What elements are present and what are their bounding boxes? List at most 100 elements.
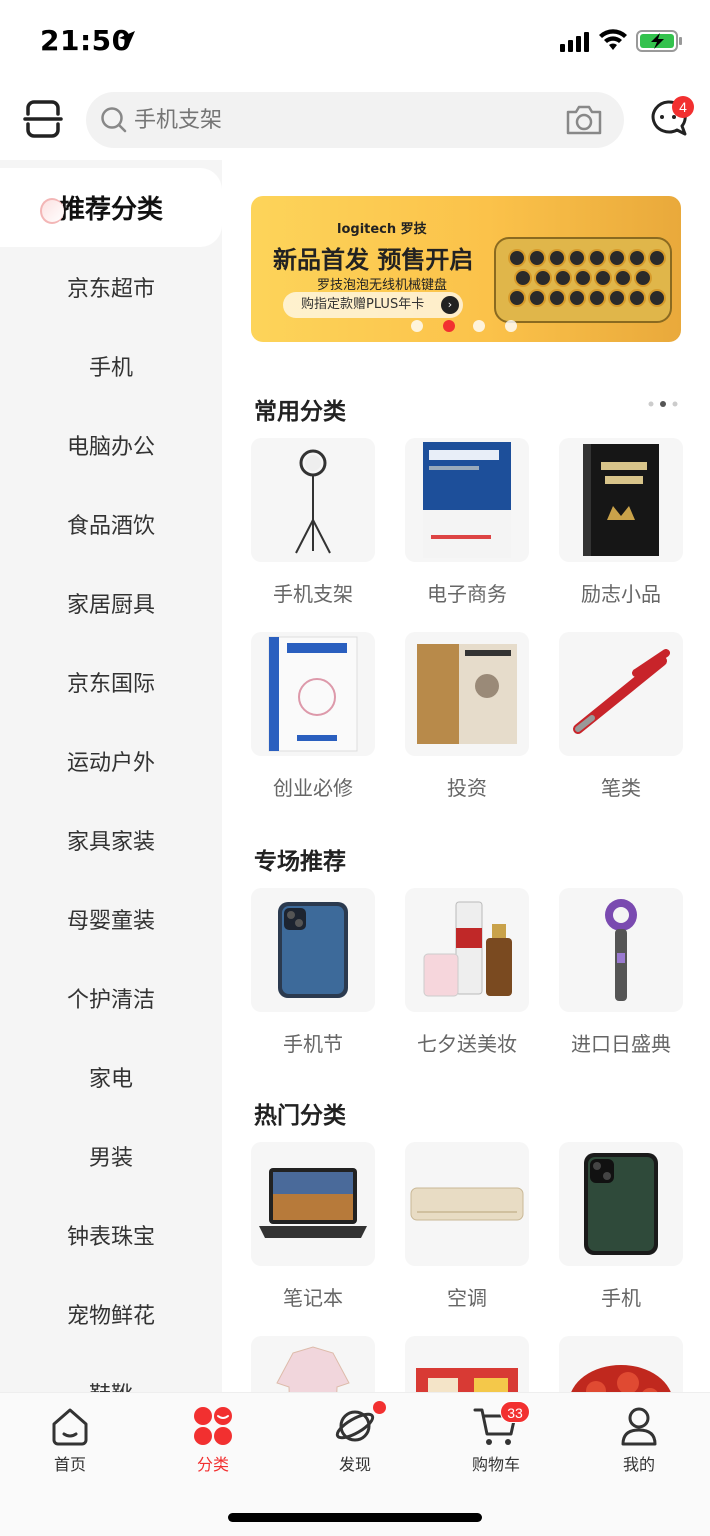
sidebar-item-label: 京东国际 bbox=[66, 671, 155, 697]
banner-cta-label: 购指定款赠PLUS年卡 bbox=[301, 297, 425, 312]
profile-icon bbox=[621, 1407, 657, 1446]
shirt-image bbox=[251, 1336, 375, 1392]
category-label: 手机支架 bbox=[273, 582, 353, 606]
category-tile[interactable]: 笔类 bbox=[559, 632, 683, 801]
sidebar-item-recommended[interactable]: 推荐分类 bbox=[0, 168, 222, 247]
gift-box-image bbox=[405, 1336, 529, 1392]
pager-dots bbox=[648, 401, 678, 407]
discover-icon bbox=[335, 1410, 375, 1442]
sidebar-item-phones[interactable]: 手机 bbox=[0, 326, 222, 405]
iphone-image bbox=[251, 888, 375, 1012]
sidebar-item-watches-jewelry[interactable]: 钟表珠宝 bbox=[0, 1195, 222, 1274]
category-tile[interactable] bbox=[405, 1336, 529, 1392]
category-label: 进口日盛典 bbox=[571, 1032, 671, 1056]
category-tile[interactable]: 空调 bbox=[405, 1142, 529, 1311]
promo-banner[interactable]: logitech 罗技 新品首发 预售开启 罗技泡泡无线机械键盘 购指定款赠PL… bbox=[251, 196, 681, 342]
sidebar-item-label: 手机 bbox=[88, 355, 133, 381]
category-label: 笔类 bbox=[601, 776, 641, 800]
category-tile[interactable]: 电子商务 bbox=[405, 438, 529, 607]
banner-dot-active bbox=[443, 320, 455, 332]
sidebar-item-pets-flowers[interactable]: 宠物鲜花 bbox=[0, 1274, 222, 1353]
investment-book-image bbox=[405, 632, 529, 756]
category-content: logitech 罗技 新品首发 预售开启 罗技泡泡无线机械键盘 购指定款赠PL… bbox=[222, 160, 710, 1392]
nav-home[interactable]: 首页 bbox=[20, 1403, 120, 1475]
banner-dot bbox=[473, 320, 485, 332]
category-label: 笔记本 bbox=[283, 1286, 343, 1310]
laptop-image bbox=[251, 1142, 375, 1266]
discover-notification-dot bbox=[373, 1401, 386, 1414]
banner-dot bbox=[505, 320, 517, 332]
cart-badge: 33 bbox=[500, 1401, 530, 1423]
category-label: 创业必修 bbox=[273, 776, 353, 800]
sidebar-item-label: 运动户外 bbox=[66, 750, 155, 776]
camera-icon[interactable] bbox=[564, 102, 604, 138]
category-tile[interactable]: 进口日盛典 bbox=[559, 888, 683, 1057]
category-label: 手机节 bbox=[283, 1032, 343, 1056]
category-sidebar[interactable]: 推荐分类 京东超市 手机 电脑办公 食品酒饮 家居厨具 京东国际 运动户外 家具… bbox=[0, 160, 222, 1392]
sidebar-item-jd-international[interactable]: 京东国际 bbox=[0, 642, 222, 721]
sidebar-item-home-kitchen[interactable]: 家居厨具 bbox=[0, 563, 222, 642]
banner-cta[interactable]: 购指定款赠PLUS年卡 › bbox=[283, 292, 463, 318]
sidebar-item-label: 家具家装 bbox=[66, 829, 155, 855]
iphone-dark-image bbox=[559, 1142, 683, 1266]
nav-profile[interactable]: 我的 bbox=[589, 1403, 689, 1475]
banner-brand: logitech 罗技 bbox=[337, 222, 427, 237]
category-tile[interactable] bbox=[251, 1336, 375, 1392]
sidebar-item-food-drinks[interactable]: 食品酒饮 bbox=[0, 484, 222, 563]
nav-cart[interactable]: 购物车 bbox=[446, 1403, 546, 1475]
keyboard-image bbox=[494, 237, 672, 323]
category-icon bbox=[194, 1407, 232, 1445]
category-tile[interactable]: 励志小品 bbox=[559, 438, 683, 607]
category-tile[interactable]: 投资 bbox=[405, 632, 529, 801]
cellular-signal-icon bbox=[560, 32, 589, 52]
nav-category[interactable]: 分类 bbox=[163, 1403, 263, 1475]
sidebar-item-appliances[interactable]: 家电 bbox=[0, 1037, 222, 1116]
sidebar-item-label: 个护清洁 bbox=[66, 987, 155, 1013]
sidebar-item-shoes[interactable]: 鞋靴 bbox=[0, 1353, 222, 1393]
sidebar-item-personal-care[interactable]: 个护清洁 bbox=[0, 958, 222, 1037]
nav-label: 发现 bbox=[338, 1455, 371, 1474]
category-tile[interactable]: 手机支架 bbox=[251, 438, 375, 607]
message-badge: 4 bbox=[672, 96, 694, 118]
search-box[interactable] bbox=[86, 92, 624, 148]
category-label: 手机 bbox=[601, 1286, 641, 1310]
sidebar-item-outdoor[interactable]: 运动户外 bbox=[0, 721, 222, 800]
category-label: 投资 bbox=[447, 776, 487, 800]
battery-charging-icon bbox=[636, 30, 682, 52]
hair-dryer-image bbox=[559, 888, 683, 1012]
search-input[interactable] bbox=[134, 105, 534, 135]
sidebar-item-label: 京东超市 bbox=[66, 276, 155, 302]
section-title-hot: 热门分类 bbox=[254, 1103, 346, 1129]
category-tile[interactable]: 笔记本 bbox=[251, 1142, 375, 1311]
sidebar-item-label: 推荐分类 bbox=[58, 195, 163, 225]
scan-icon[interactable] bbox=[20, 96, 66, 142]
banner-dot bbox=[411, 320, 423, 332]
home-indicator[interactable] bbox=[228, 1513, 482, 1522]
sidebar-item-label: 家居厨具 bbox=[66, 592, 155, 618]
category-tile[interactable] bbox=[559, 1336, 683, 1392]
cosmetics-image bbox=[405, 888, 529, 1012]
nav-label: 我的 bbox=[622, 1455, 655, 1474]
sidebar-item-jd-supermarket[interactable]: 京东超市 bbox=[0, 247, 222, 326]
category-tile[interactable]: 七夕送美妆 bbox=[405, 888, 529, 1057]
search-icon bbox=[101, 107, 127, 133]
sidebar-item-label: 电脑办公 bbox=[66, 434, 155, 460]
nav-label: 首页 bbox=[53, 1455, 86, 1474]
chevron-right-icon: › bbox=[441, 296, 459, 314]
startup-book-image bbox=[251, 632, 375, 756]
category-tile[interactable]: 手机 bbox=[559, 1142, 683, 1311]
sidebar-item-computers[interactable]: 电脑办公 bbox=[0, 405, 222, 484]
location-arrow-icon bbox=[119, 31, 135, 47]
sidebar-item-label: 食品酒饮 bbox=[66, 513, 155, 539]
category-tile[interactable]: 手机节 bbox=[251, 888, 375, 1057]
category-label: 空调 bbox=[447, 1286, 487, 1310]
section-title-special: 专场推荐 bbox=[254, 849, 346, 875]
sidebar-item-label: 男装 bbox=[88, 1145, 133, 1171]
nav-label: 购物车 bbox=[471, 1455, 520, 1474]
sidebar-item-furniture[interactable]: 家具家装 bbox=[0, 800, 222, 879]
sidebar-item-baby-kids[interactable]: 母婴童装 bbox=[0, 879, 222, 958]
sidebar-item-menswear[interactable]: 男装 bbox=[0, 1116, 222, 1195]
nav-discover[interactable]: 发现 bbox=[305, 1403, 405, 1475]
category-tile[interactable]: 创业必修 bbox=[251, 632, 375, 801]
red-pen-image bbox=[559, 632, 683, 756]
